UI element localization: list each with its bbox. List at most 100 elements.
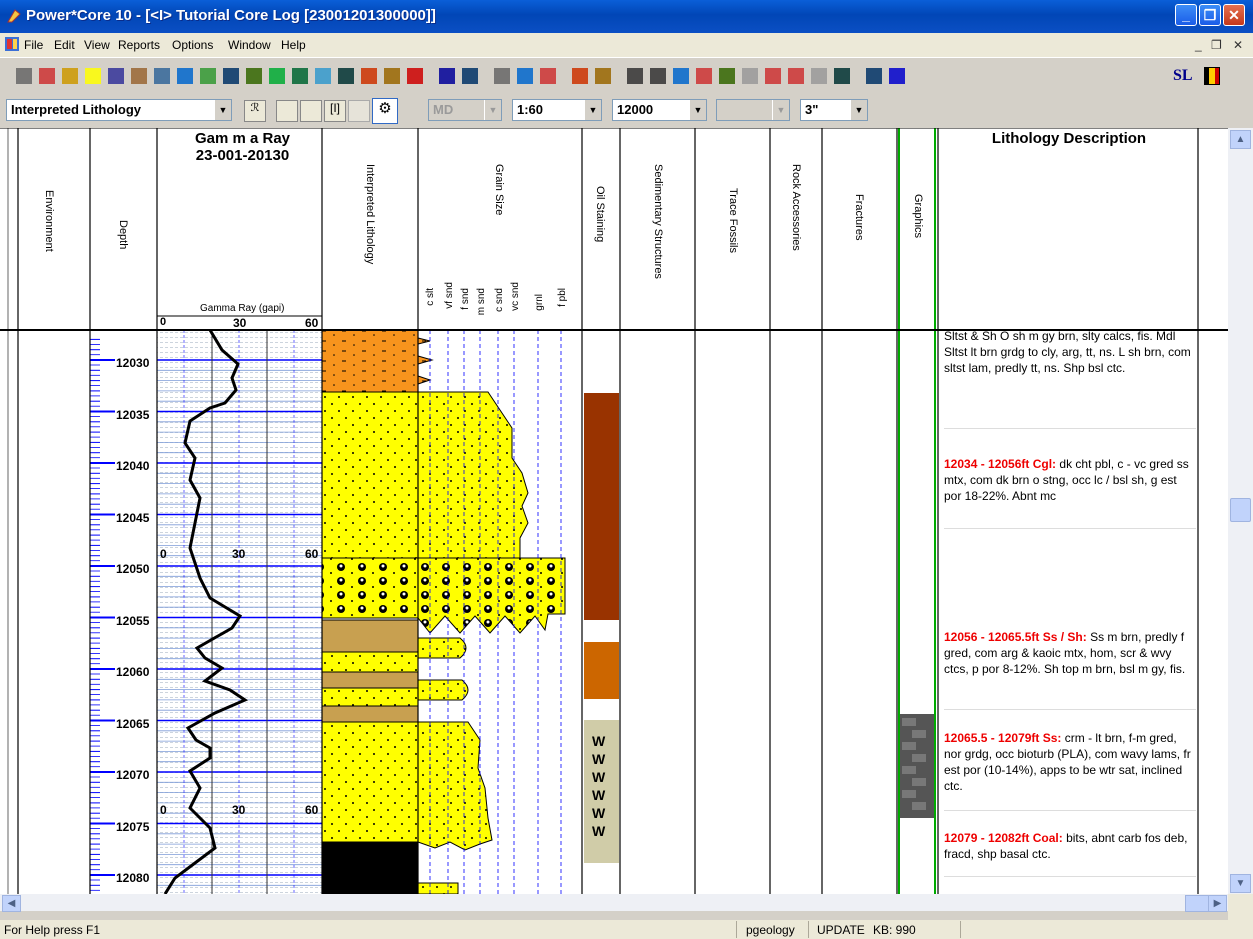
toolbar-icon[interactable] [246,68,262,84]
width-select[interactable]: 3" ▼ [800,99,868,121]
horizontal-scrollbar[interactable]: ◀ ▶ [0,894,1228,912]
toolbar-icon[interactable] [494,68,510,84]
toolbar-icon[interactable] [719,68,735,84]
menu-reports[interactable]: Reports [118,38,160,52]
status-bar: For Help press F1 pgeology UPDATE KB: 99… [0,920,1253,939]
toolbar-icon[interactable] [361,68,377,84]
toolbar-icon[interactable] [742,68,758,84]
menu-help[interactable]: Help [281,38,306,52]
toolbar-icon[interactable] [200,68,216,84]
document-icon[interactable] [4,36,20,52]
chevron-down-icon[interactable]: ▼ [214,100,231,120]
toolbar-icon[interactable] [407,68,423,84]
description-block: 12065.5 - 12079ft Ss: crm - lt brn, f-m … [944,730,1196,811]
depth-label: 12080 [116,871,150,885]
toolbar-icon[interactable] [62,68,78,84]
menu-options[interactable]: Options [172,38,213,52]
chevron-down-icon: ▼ [484,100,501,120]
fractures-header: Fractures [853,194,865,241]
water-mark: W [592,751,606,767]
toolbar-icon[interactable] [788,68,804,84]
toolbar-icon[interactable] [85,68,101,84]
toolbar-icon[interactable] [131,68,147,84]
color-fill-icon[interactable] [1204,67,1220,85]
menu-window[interactable]: Window [228,38,271,52]
toolbar-icon[interactable] [765,68,781,84]
horizontal-scroll-thumb[interactable] [1185,895,1209,912]
start-depth-select[interactable]: 12000 ▼ [612,99,707,121]
close-button[interactable]: ✕ [1223,4,1245,26]
toolbar-icon[interactable] [338,68,354,84]
bracket-icon[interactable]: [I] [324,100,346,122]
toolbar-icon[interactable] [517,68,533,84]
status-divider [736,921,737,938]
core-log-view[interactable]: Environment Depth Gam m a Ray 23-001-201… [0,128,1253,894]
minimize-button[interactable]: _ [1175,4,1197,26]
toolbar-icon[interactable] [889,68,905,84]
depth-label: 12040 [116,459,150,473]
grain-size-header: Grain Size [493,164,505,216]
scroll-up-icon[interactable]: ▲ [1230,130,1251,149]
chart-icon[interactable] [276,100,298,122]
toolbar-icon[interactable] [650,68,666,84]
toolbar-icon[interactable] [627,68,643,84]
grid-icon[interactable] [300,100,322,122]
depth-label: 12050 [116,562,150,576]
water-mark: W [592,787,606,803]
menu-view[interactable]: View [84,38,110,52]
toolbar-icon[interactable] [315,68,331,84]
scale-select[interactable]: 1:60 ▼ [512,99,602,121]
toolbar-icon[interactable] [866,68,882,84]
gear-icon[interactable]: ⚙ [372,98,398,124]
gamma-inline-scale-max-2: 60 [305,803,319,817]
toolbar-icon[interactable] [462,68,478,84]
gamma-scale-min: 0 [160,316,167,328]
scroll-right-icon[interactable]: ▶ [1208,895,1227,912]
vertical-scrollbar[interactable]: ▲ ▼ [1228,128,1253,911]
toolbar-icon[interactable] [673,68,689,84]
chevron-down-icon[interactable]: ▼ [850,100,867,120]
oil-staining-header: Oil Staining [594,186,606,243]
maximize-button[interactable]: ❐ [1199,4,1221,26]
toolbar-icon[interactable] [834,68,850,84]
gamma-scale-max: 60 [305,316,319,330]
scroll-left-icon[interactable]: ◀ [2,895,21,912]
toolbar-icon[interactable] [696,68,712,84]
toolbar-icon[interactable] [108,68,124,84]
grain-class-label: c snd [494,288,505,312]
help-status-text: For Help press F1 [4,923,101,937]
toolbar-icon[interactable] [223,68,239,84]
toolbar-icon[interactable] [16,68,32,84]
toolbar-icon[interactable] [154,68,170,84]
scroll-down-icon[interactable]: ▼ [1230,874,1251,893]
mdi-restore-button[interactable]: ❐ [1211,38,1222,52]
sl-button[interactable]: SL [1173,67,1193,85]
menu-file[interactable]: File [24,38,43,52]
grain-class-label: grnl [534,294,545,311]
toolbar-icon[interactable] [439,68,455,84]
mdi-close-button[interactable]: ✕ [1233,38,1243,52]
ruler-icon[interactable]: ℛ [244,100,266,122]
chevron-down-icon: ▼ [772,100,789,120]
toolbar-icon[interactable] [811,68,827,84]
toolbar-icon[interactable] [384,68,400,84]
water-mark: W [592,823,606,839]
vertical-scroll-thumb[interactable] [1230,498,1251,522]
layout-select[interactable]: Interpreted Lithology ▼ [6,99,232,121]
toolbar-icon[interactable] [269,68,285,84]
depth-label: 12070 [116,768,150,782]
mdi-minimize-button[interactable]: _ [1195,38,1202,52]
menu-edit[interactable]: Edit [54,38,75,52]
toolbar-icon[interactable] [39,68,55,84]
mode-status-text: UPDATE [817,923,865,937]
grain-class-label: f pbl [557,288,568,307]
toolbar-icon[interactable] [540,68,556,84]
toolbar-icon[interactable] [572,68,588,84]
toolbar-icon[interactable] [292,68,308,84]
toolbar-icon[interactable] [595,68,611,84]
chevron-down-icon[interactable]: ▼ [584,100,601,120]
toolbar-icon[interactable] [177,68,193,84]
title-bar: Power*Core 10 - [<I> Tutorial Core Log [… [0,0,1253,33]
toolbar-icons[interactable] [0,58,1253,96]
chevron-down-icon[interactable]: ▼ [689,100,706,120]
